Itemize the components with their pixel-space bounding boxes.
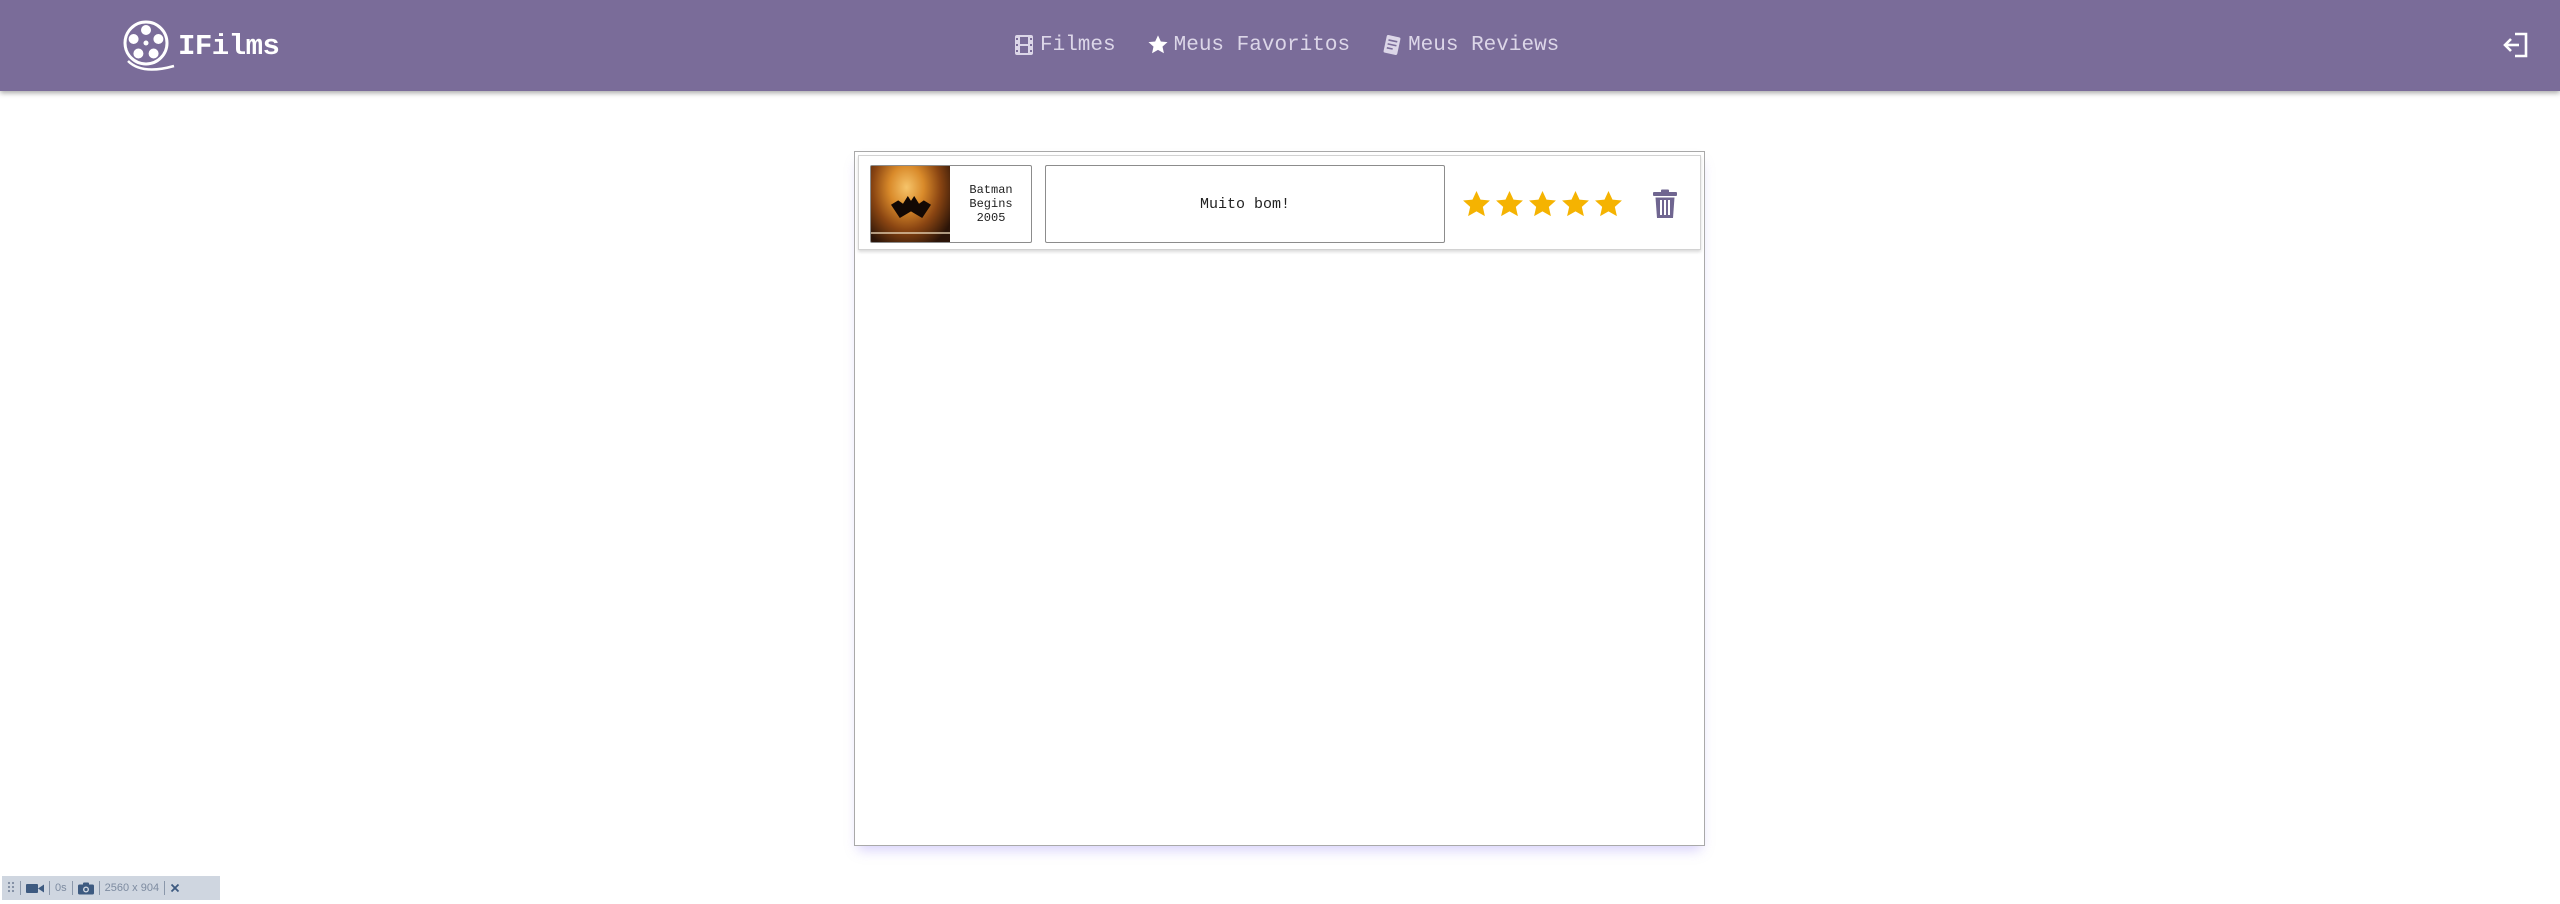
star-filled-icon[interactable] [1559, 189, 1592, 220]
nav-item-favoritos[interactable]: Meus Favoritos [1147, 33, 1350, 57]
film-reel-icon [123, 20, 175, 71]
nav-item-label: Filmes [1040, 33, 1116, 57]
camera-icon[interactable] [73, 876, 99, 900]
nav-item-label: Meus Favoritos [1173, 33, 1351, 57]
nav-item-filmes[interactable]: Filmes [1013, 33, 1116, 57]
star-filled-icon[interactable] [1493, 189, 1526, 220]
main-nav: Filmes Meus Favoritos Meus Reviews [1013, 27, 1559, 63]
review-comment: Muito bom! [1045, 165, 1445, 243]
reviews-panel: Batman Begins 2005 Muito bom! [854, 151, 1705, 846]
nav-item-reviews[interactable]: Meus Reviews [1381, 33, 1559, 57]
star-filled-icon[interactable] [1592, 189, 1625, 220]
movie-info[interactable]: Batman Begins 2005 [870, 165, 1032, 243]
top-navbar: IFilms Filmes Meus Favoritos Meus Review… [0, 0, 2560, 91]
logout-icon[interactable] [2502, 31, 2530, 59]
trash-icon[interactable] [1652, 189, 1678, 219]
resolution-label: 2560 x 904 [104, 882, 160, 894]
review-card: Batman Begins 2005 Muito bom! [858, 155, 1701, 250]
film-icon [1015, 35, 1033, 55]
brand-logo[interactable]: IFilms [122, 19, 280, 73]
movie-details: Batman Begins 2005 [951, 166, 1031, 242]
nav-item-label: Meus Reviews [1408, 33, 1560, 57]
review-comment-text: Muito bom! [1199, 195, 1290, 213]
notes-icon [1383, 35, 1401, 55]
brand-name: IFilms [178, 29, 280, 63]
timer-label: 0s [55, 882, 67, 894]
video-camera-icon[interactable] [21, 876, 49, 900]
drag-handle-icon[interactable] [2, 876, 20, 900]
star-rating[interactable] [1460, 189, 1625, 219]
star-icon [1148, 35, 1168, 54]
recorder-toolbar: 0s 2560 x 904 [2, 876, 220, 900]
star-filled-icon[interactable] [1460, 189, 1493, 220]
movie-title-line2: Begins [969, 197, 1013, 211]
close-icon[interactable] [165, 876, 185, 900]
movie-year: 2005 [976, 211, 1006, 225]
movie-title-line1: Batman [969, 183, 1013, 197]
movie-poster [871, 166, 950, 242]
star-filled-icon[interactable] [1526, 189, 1559, 220]
